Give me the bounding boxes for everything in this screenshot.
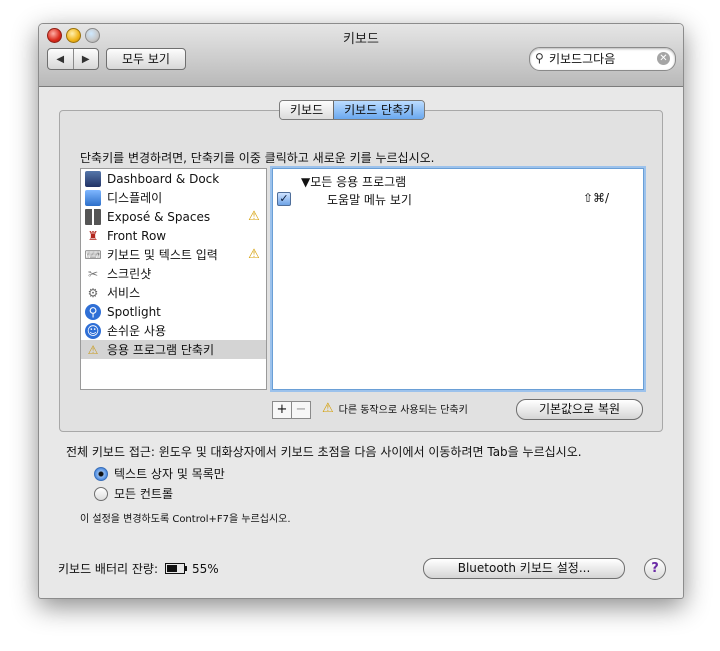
spotlight-icon: ⚲ bbox=[85, 303, 101, 320]
front-row-icon: ♜ bbox=[87, 228, 99, 243]
full-keyboard-access-label: 전체 키보드 접근: 윈도우 및 대화상자에서 키보드 초점을 다음 사이에서 … bbox=[66, 445, 582, 459]
radio-label: 텍스트 상자 및 목록만 bbox=[114, 467, 225, 481]
category-item-screenshot[interactable]: ✂ 스크린샷 bbox=[81, 264, 266, 283]
warning-icon: ⚠ bbox=[322, 401, 334, 416]
category-item-dashboard-dock[interactable]: Dashboard & Dock bbox=[81, 169, 266, 188]
radio-label: 모든 컨트롤 bbox=[114, 487, 174, 501]
show-all-button[interactable]: 모두 보기 bbox=[106, 48, 186, 70]
window-title: 키보드 bbox=[343, 32, 379, 47]
category-label: Dashboard & Dock bbox=[107, 171, 220, 186]
radio-button-selected[interactable] bbox=[94, 466, 108, 481]
category-item-services[interactable]: ⚙ 서비스 bbox=[81, 283, 266, 302]
keyboard-icon: ⌨ bbox=[84, 247, 102, 262]
back-button[interactable]: ◀ bbox=[48, 49, 73, 69]
shortcuts-tab-pane: 단축키를 변경하려면, 단축키를 이중 클릭하고 새로운 키를 누르십시오. D… bbox=[59, 110, 663, 432]
keyboard-battery: 키보드 배터리 잔량: 55% bbox=[58, 560, 219, 577]
radio-text-boxes-lists[interactable]: 텍스트 상자 및 목록만 bbox=[94, 465, 225, 482]
radio-all-controls[interactable]: 모든 컨트롤 bbox=[94, 485, 173, 502]
shortcut-group-label: 모든 응용 프로그램 bbox=[310, 175, 407, 189]
disclosure-triangle-icon[interactable]: ▼ bbox=[301, 175, 310, 189]
help-button[interactable]: ? bbox=[644, 558, 666, 580]
search-field: ⚲ ✕ bbox=[529, 47, 676, 71]
category-label: 디스플레이 bbox=[107, 191, 163, 205]
radio-button[interactable] bbox=[94, 486, 108, 501]
shortcut-label: 도움말 메뉴 보기 bbox=[327, 193, 412, 207]
battery-icon bbox=[165, 563, 187, 574]
screenshot-icon: ✂ bbox=[87, 266, 99, 281]
category-item-accessibility[interactable]: ☺ 손쉬운 사용 bbox=[81, 321, 266, 340]
add-shortcut-button[interactable]: + bbox=[273, 402, 291, 418]
category-label: 키보드 및 텍스트 입력 bbox=[107, 248, 218, 262]
conflict-note: 다른 동작으로 사용되는 단축키 bbox=[338, 405, 468, 416]
category-label: Front Row bbox=[107, 228, 167, 243]
magnifier-icon: ⚲ bbox=[535, 51, 544, 65]
warning-icon: ⚠ bbox=[248, 209, 260, 224]
remove-shortcut-button[interactable]: − bbox=[291, 402, 310, 418]
accessibility-icon: ☺ bbox=[85, 322, 101, 339]
expose-icon bbox=[85, 208, 101, 225]
battery-label: 키보드 배터리 잔량: bbox=[58, 562, 158, 576]
dashboard-icon bbox=[85, 170, 101, 187]
warning-icon: ⚠ bbox=[248, 247, 260, 262]
shortcut-list: ▼모든 응용 프로그램 ✓ 도움말 메뉴 보기 ⇧⌘/ bbox=[272, 168, 644, 390]
titlebar: 키보드 ◀ ▶ 모두 보기 ⚲ ✕ bbox=[39, 24, 683, 87]
display-icon bbox=[85, 189, 101, 206]
category-item-display[interactable]: 디스플레이 bbox=[81, 188, 266, 207]
shortcut-group-row[interactable]: ▼모든 응용 프로그램 bbox=[301, 173, 406, 190]
tab-keyboard-shortcuts[interactable]: 키보드 단축키 bbox=[333, 101, 425, 119]
category-item-app-shortcuts[interactable]: ⚠ 응용 프로그램 단축키 bbox=[81, 340, 266, 359]
battery-percent: 55% bbox=[192, 561, 219, 576]
tab-bar: 키보드 키보드 단축키 bbox=[279, 100, 426, 120]
forward-button[interactable]: ▶ bbox=[72, 49, 99, 69]
bluetooth-keyboard-setup-button[interactable]: Bluetooth 키보드 설정... bbox=[423, 558, 625, 579]
category-list: Dashboard & Dock 디스플레이 Exposé & Spaces ⚠… bbox=[80, 168, 267, 390]
category-label: 손쉬운 사용 bbox=[107, 324, 167, 338]
category-label: 응용 프로그램 단축키 bbox=[107, 343, 214, 357]
back-forward-group: ◀ ▶ bbox=[47, 48, 99, 70]
shortcut-keys[interactable]: ⇧⌘/ bbox=[583, 191, 609, 205]
shortcut-enabled-checkbox[interactable]: ✓ bbox=[277, 192, 291, 206]
category-item-front-row[interactable]: ♜ Front Row bbox=[81, 226, 266, 245]
tab-keyboard[interactable]: 키보드 bbox=[280, 101, 334, 119]
shortcut-row[interactable]: ✓ 도움말 메뉴 보기 ⇧⌘/ bbox=[273, 191, 643, 209]
instructions-text: 단축키를 변경하려면, 단축키를 이중 클릭하고 새로운 키를 누르십시오. bbox=[80, 151, 435, 165]
category-item-keyboard-text-input[interactable]: ⌨ 키보드 및 텍스트 입력 ⚠ bbox=[81, 245, 266, 264]
category-label: 서비스 bbox=[107, 286, 141, 300]
category-label: 스크린샷 bbox=[107, 267, 152, 281]
clear-icon[interactable]: ✕ bbox=[657, 52, 670, 65]
category-label: Exposé & Spaces bbox=[107, 209, 211, 224]
control-f7-note: 이 설정을 변경하도록 Control+F7을 누르십시오. bbox=[80, 514, 291, 525]
keyboard-preferences-window: 키보드 ◀ ▶ 모두 보기 ⚲ ✕ 키보드 키보드 단축키 단축키를 변경하려면… bbox=[38, 23, 684, 599]
services-gear-icon: ⚙ bbox=[87, 285, 99, 300]
category-item-spotlight[interactable]: ⚲ Spotlight bbox=[81, 302, 266, 321]
add-remove-group: + − bbox=[272, 401, 311, 419]
conflict-legend: ⚠ 다른 동작으로 사용되는 단축키 bbox=[322, 401, 468, 416]
restore-defaults-button[interactable]: 기본값으로 복원 bbox=[516, 399, 643, 420]
search-input[interactable] bbox=[549, 50, 649, 66]
category-label: Spotlight bbox=[107, 304, 161, 319]
category-item-expose-spaces[interactable]: Exposé & Spaces ⚠ bbox=[81, 207, 266, 226]
app-shortcuts-icon: ⚠ bbox=[87, 342, 99, 357]
